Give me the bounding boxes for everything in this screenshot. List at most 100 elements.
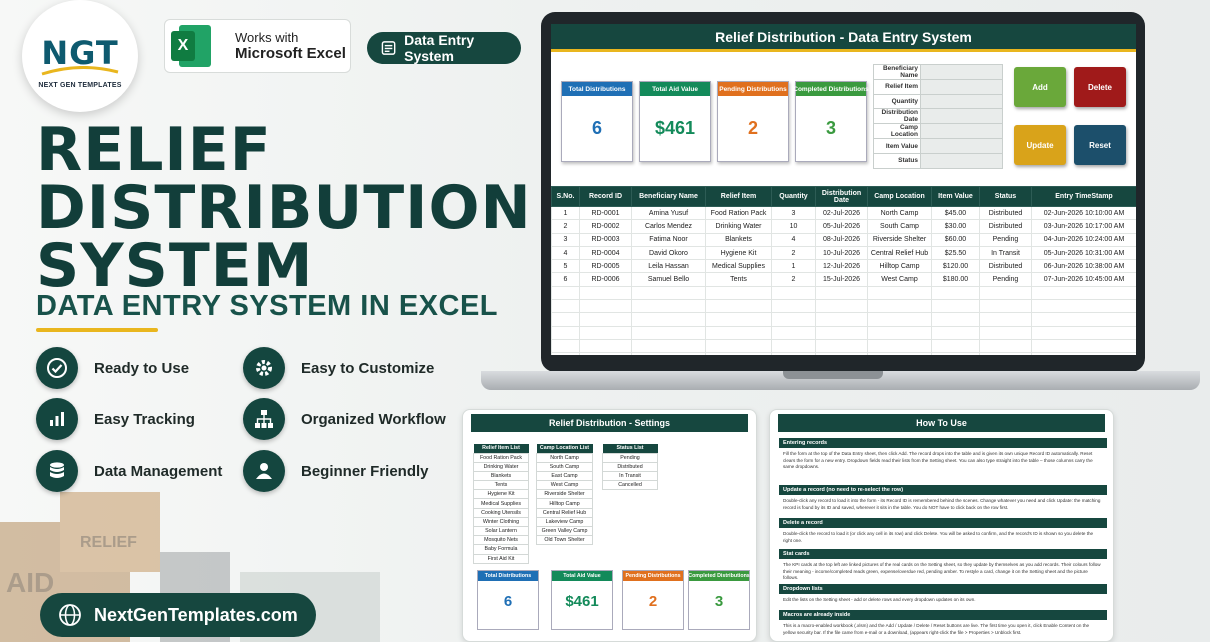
list-item[interactable]: Cancelled <box>602 480 658 491</box>
table-cell[interactable]: Pending <box>979 232 1032 247</box>
list-item[interactable]: Pending <box>602 452 658 463</box>
table-cell[interactable]: 1 <box>771 259 816 274</box>
table-cell[interactable] <box>931 299 980 314</box>
table-cell[interactable] <box>815 285 868 301</box>
delete-button[interactable]: Delete <box>1074 67 1126 107</box>
table-cell[interactable]: RD-0004 <box>579 245 632 261</box>
table-cell[interactable] <box>551 285 580 301</box>
table-cell[interactable] <box>815 312 868 327</box>
website-link[interactable]: NextGenTemplates.com <box>40 593 316 637</box>
table-row[interactable] <box>551 325 1136 340</box>
table-cell[interactable]: RD-0003 <box>579 232 632 247</box>
table-cell[interactable] <box>771 312 816 327</box>
list-item[interactable]: Cooking Utensils <box>473 507 529 518</box>
table-cell[interactable]: Samuel Bello <box>631 272 706 287</box>
table-cell[interactable] <box>579 312 632 327</box>
table-cell[interactable]: Food Ration Pack <box>705 205 772 221</box>
table-cell[interactable]: North Camp <box>867 205 932 221</box>
table-cell[interactable]: Carlos Mendez <box>631 219 706 234</box>
list-item[interactable]: West Camp <box>536 480 593 491</box>
table-cell[interactable] <box>979 299 1032 314</box>
table-cell[interactable] <box>979 338 1032 354</box>
list-item[interactable]: Winter Clothing <box>473 516 529 528</box>
table-cell[interactable] <box>551 312 580 327</box>
table-cell[interactable]: 3 <box>551 232 580 247</box>
table-cell[interactable] <box>815 299 868 314</box>
table-cell[interactable] <box>771 299 816 314</box>
table-cell[interactable] <box>705 312 772 327</box>
table-cell[interactable]: 08-Jul-2026 <box>815 232 868 247</box>
table-cell[interactable]: 12-Jul-2026 <box>815 259 868 274</box>
table-row[interactable] <box>551 352 1136 355</box>
table-cell[interactable] <box>815 338 868 354</box>
table-cell[interactable] <box>867 285 932 301</box>
list-item[interactable]: Medical Supplies <box>473 498 529 509</box>
table-cell[interactable]: Fatima Noor <box>631 232 706 247</box>
list-item[interactable]: South Camp <box>536 461 593 472</box>
table-cell[interactable] <box>631 285 706 301</box>
table-cell[interactable]: Leila Hassan <box>631 259 706 274</box>
table-cell[interactable]: 5 <box>551 259 580 274</box>
table-cell[interactable]: 4 <box>771 232 816 247</box>
list-item[interactable]: Hygiene Kit <box>473 489 529 500</box>
table-cell[interactable] <box>979 312 1032 327</box>
table-cell[interactable]: $30.00 <box>931 219 980 234</box>
table-cell[interactable]: 1 <box>551 205 580 221</box>
table-cell[interactable]: 3 <box>771 205 816 221</box>
table-cell[interactable]: Drinking Water <box>705 219 772 234</box>
table-cell[interactable] <box>979 325 1032 340</box>
table-row[interactable]: 2 RD-0002 Carlos Mendez Drinking Water 10 05-… <box>551 219 1136 234</box>
table-cell[interactable] <box>867 338 932 354</box>
table-cell[interactable]: 05-Jun-2026 10:31:00 AM <box>1031 245 1136 261</box>
table-cell[interactable] <box>815 325 868 340</box>
list-item[interactable]: North Camp <box>536 452 593 463</box>
table-cell[interactable]: RD-0002 <box>579 219 632 234</box>
add-button[interactable]: Add <box>1014 67 1066 107</box>
table-cell[interactable] <box>867 352 932 355</box>
table-cell[interactable] <box>979 352 1032 355</box>
table-cell[interactable] <box>1031 312 1136 327</box>
list-item[interactable]: Central Relief Hub <box>536 507 593 518</box>
table-row[interactable]: 4 RD-0004 David Okoro Hygiene Kit 2 10-Jul-20… <box>551 245 1136 261</box>
table-cell[interactable] <box>551 299 580 314</box>
table-cell[interactable]: $45.00 <box>931 205 980 221</box>
table-cell[interactable]: 06-Jun-2026 10:38:00 AM <box>1031 259 1136 274</box>
list-item[interactable]: Riverside Shelter <box>536 489 593 500</box>
table-cell[interactable]: Hilltop Camp <box>867 259 932 274</box>
table-cell[interactable] <box>1031 285 1136 301</box>
table-cell[interactable]: Amina Yusuf <box>631 205 706 221</box>
table-cell[interactable]: RD-0006 <box>579 272 632 287</box>
list-item[interactable]: Lakeview Camp <box>536 516 593 528</box>
table-cell[interactable] <box>1031 299 1136 314</box>
table-cell[interactable] <box>705 325 772 340</box>
list-item[interactable]: Green Valley Camp <box>536 525 593 537</box>
table-cell[interactable] <box>979 285 1032 301</box>
table-cell[interactable] <box>579 325 632 340</box>
table-cell[interactable]: 6 <box>551 272 580 287</box>
quantity-field[interactable] <box>920 93 1003 110</box>
table-cell[interactable]: 2 <box>771 245 816 261</box>
table-cell[interactable] <box>705 338 772 354</box>
table-cell[interactable]: $60.00 <box>931 232 980 247</box>
table-cell[interactable]: 05-Jul-2026 <box>815 219 868 234</box>
table-cell[interactable]: 15-Jul-2026 <box>815 272 868 287</box>
table-cell[interactable] <box>631 299 706 314</box>
list-item[interactable]: First Aid Kit <box>473 553 529 564</box>
table-cell[interactable] <box>705 352 772 355</box>
table-cell[interactable]: 07-Jun-2026 10:45:00 AM <box>1031 272 1136 287</box>
table-cell[interactable]: $25.50 <box>931 245 980 261</box>
table-cell[interactable] <box>931 352 980 355</box>
table-cell[interactable] <box>867 325 932 340</box>
table-cell[interactable] <box>631 352 706 355</box>
table-cell[interactable]: Distributed <box>979 205 1032 221</box>
table-cell[interactable] <box>771 325 816 340</box>
update-button[interactable]: Update <box>1014 125 1066 165</box>
table-cell[interactable] <box>867 312 932 327</box>
table-row[interactable] <box>551 338 1136 354</box>
table-cell[interactable] <box>631 312 706 327</box>
table-cell[interactable] <box>1031 338 1136 354</box>
table-cell[interactable]: 10-Jul-2026 <box>815 245 868 261</box>
table-cell[interactable]: RD-0005 <box>579 259 632 274</box>
relief-item-field[interactable] <box>920 79 1003 95</box>
table-cell[interactable]: 02-Jun-2026 10:10:00 AM <box>1031 205 1136 221</box>
